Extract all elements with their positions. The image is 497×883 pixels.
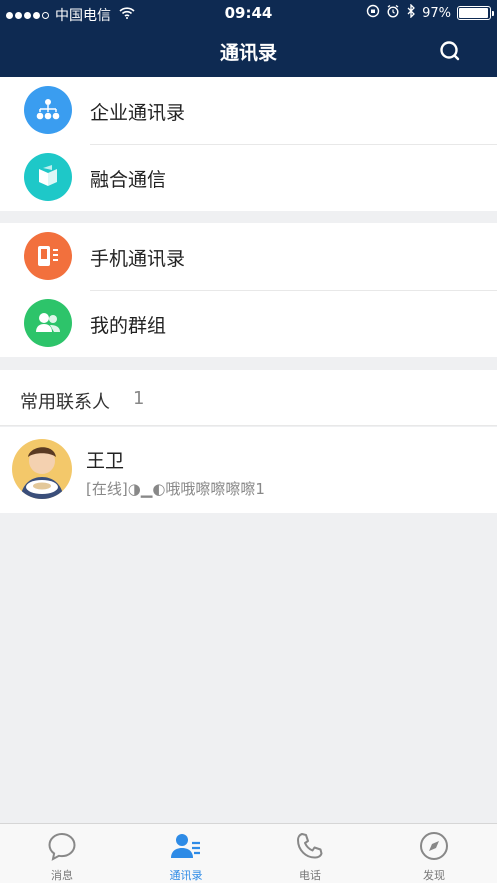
alarm-icon [386, 4, 400, 22]
menu-group-1: 企业通讯录 融合通信 [0, 77, 497, 211]
tab-contacts[interactable]: 通讯录 [124, 824, 248, 883]
tab-phone[interactable]: 电话 [248, 824, 372, 883]
battery-icon [457, 6, 494, 20]
phone-icon [297, 833, 323, 859]
page-title: 通讯录 [219, 42, 277, 64]
contacts-icon [171, 834, 200, 858]
rotation-lock-icon [366, 4, 380, 22]
fusion-box-icon [24, 153, 72, 201]
group-icon [24, 299, 72, 347]
search-button[interactable] [439, 40, 461, 62]
contact-row[interactable]: 王卫 [在线]◑▁◐哦哦嚓嚓嚓嚓1 [0, 427, 497, 513]
tab-label: 发现 [423, 869, 445, 882]
enterprise-contacts-item[interactable]: 企业通讯录 [0, 77, 497, 144]
menu-item-label: 融合通信 [90, 169, 167, 191]
phone-contacts-icon [24, 232, 72, 280]
tab-discover[interactable]: 发现 [372, 824, 496, 883]
phone-contacts-item[interactable]: 手机通讯录 [0, 223, 497, 290]
section-title: 常用联系人 [20, 392, 110, 413]
frequent-contacts-header: 常用联系人 1 [0, 370, 497, 426]
contact-name: 王卫 [86, 450, 125, 472]
menu-item-label: 手机通讯录 [90, 248, 186, 270]
bluetooth-icon [406, 3, 416, 22]
status-bar: 中国电信 09:44 97% [0, 0, 497, 26]
menu-item-label: 我的群组 [90, 315, 167, 337]
tab-bar: 消息 通讯录 电话 发现 [0, 823, 497, 883]
battery-fill [459, 8, 489, 18]
status-right: 97% [366, 3, 494, 22]
menu-group-2: 手机通讯录 我的群组 [0, 223, 497, 357]
my-groups-item[interactable]: 我的群组 [0, 290, 497, 357]
contact-status: [在线]◑▁◐哦哦嚓嚓嚓嚓1 [86, 480, 265, 498]
top-bar: 中国电信 09:44 97% 通讯录 [0, 0, 497, 77]
battery-percent: 97% [422, 5, 451, 21]
contact-count: 1 [133, 388, 145, 409]
tab-label: 电话 [299, 869, 321, 882]
tab-label: 通讯录 [169, 869, 203, 882]
org-chart-icon [24, 86, 72, 134]
search-icon [440, 41, 460, 61]
compass-icon [420, 832, 448, 860]
message-bubble-icon [48, 832, 76, 861]
fusion-communication-item[interactable]: 融合通信 [0, 144, 497, 211]
tab-messages[interactable]: 消息 [0, 824, 124, 883]
avatar [12, 439, 72, 499]
tab-label: 消息 [51, 869, 73, 882]
menu-item-label: 企业通讯录 [90, 102, 186, 124]
